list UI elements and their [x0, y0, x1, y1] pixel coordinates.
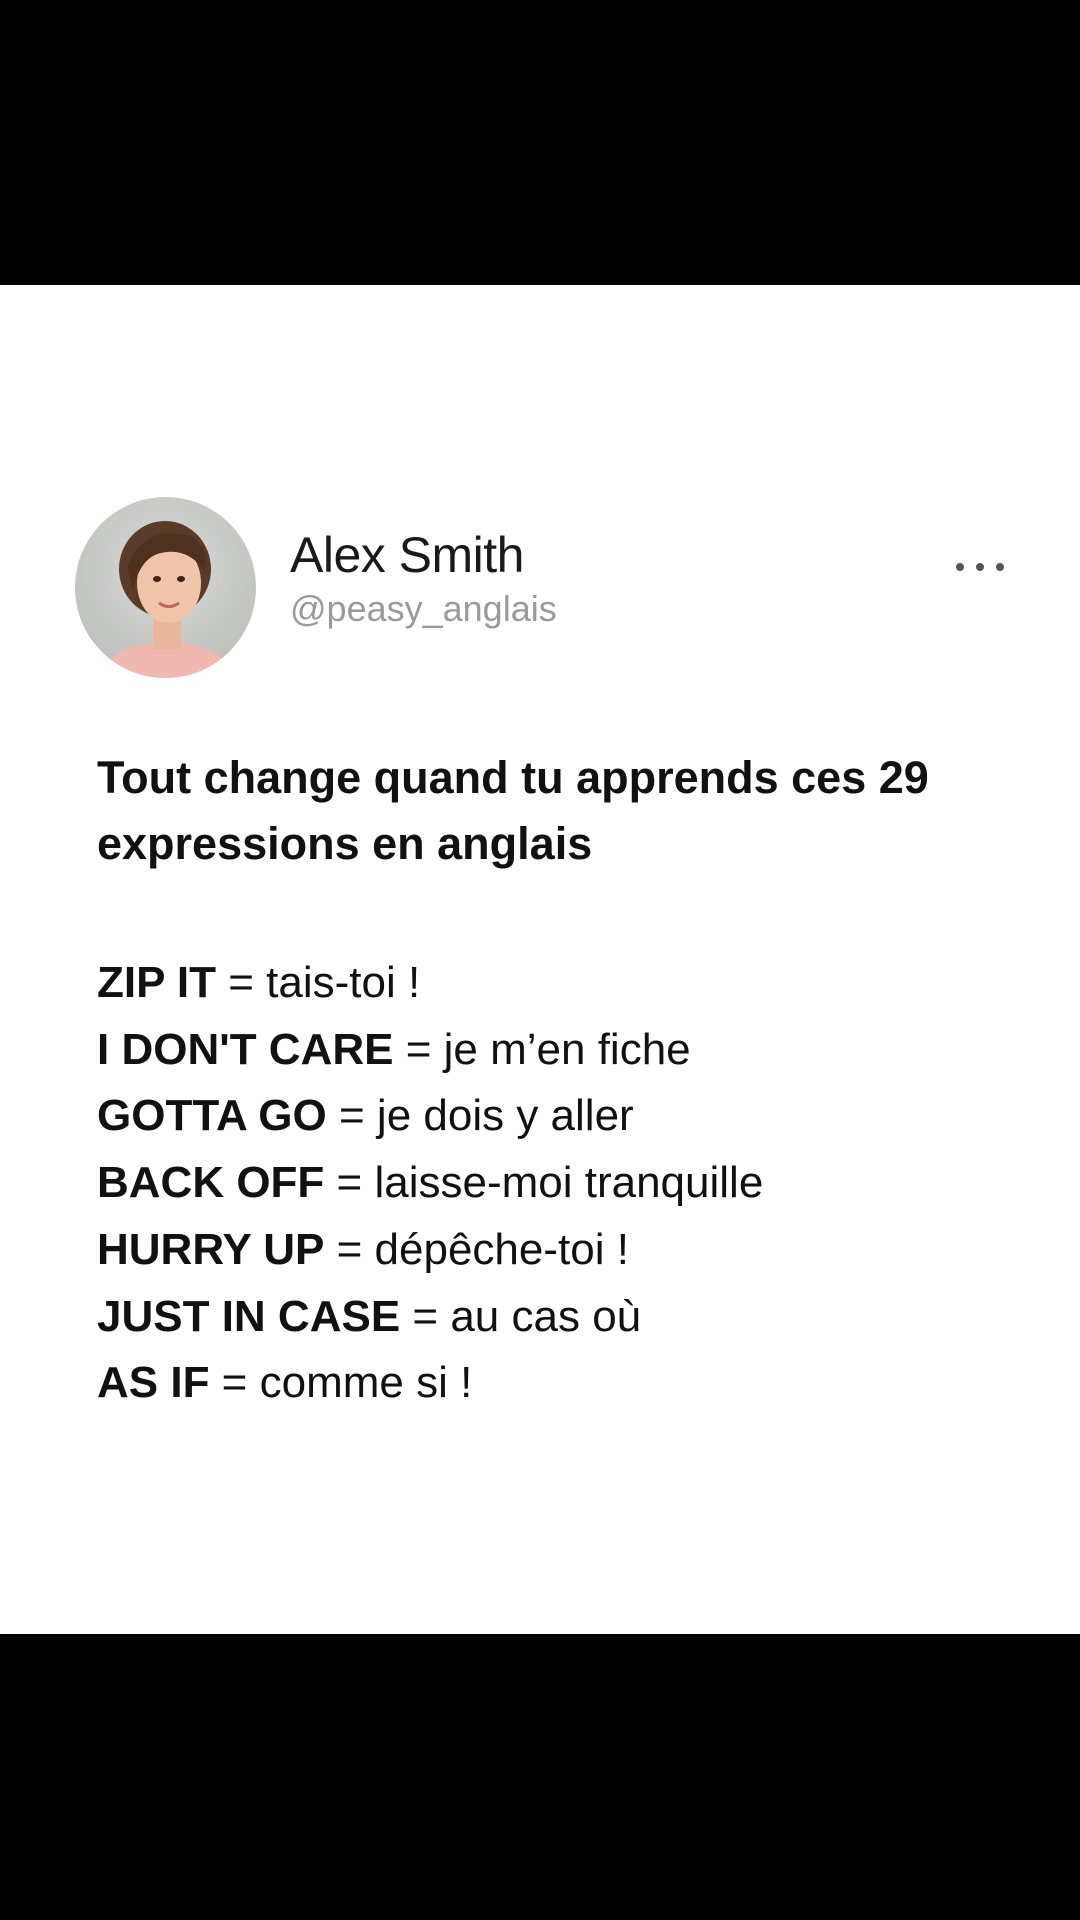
avatar[interactable]	[75, 497, 256, 678]
expression-item: AS IF = comme si !	[97, 1350, 1037, 1417]
post-headline: Tout change quand tu apprends ces 29 exp…	[97, 752, 929, 869]
expression-item: JUST IN CASE = au cas où	[97, 1284, 1037, 1351]
expression-term: AS IF	[97, 1358, 210, 1408]
more-options-icon[interactable]	[956, 559, 1004, 575]
dot	[956, 563, 964, 571]
expression-separator: =	[324, 1224, 375, 1274]
expression-meaning: tais-toi !	[266, 958, 421, 1007]
expression-meaning: dépêche-toi !	[374, 1224, 629, 1274]
expression-meaning: laisse-moi tranquille	[374, 1158, 764, 1208]
expression-list: ZIP IT = tais-toi ! I DON'T CARE = je m’…	[97, 950, 1037, 1417]
expression-separator: =	[324, 1158, 375, 1208]
expression-meaning: je m’en fiche	[443, 1024, 691, 1074]
expression-separator: =	[393, 1024, 444, 1074]
expression-separator: =	[209, 1358, 260, 1408]
author-name[interactable]: Alex Smith	[290, 530, 524, 580]
expression-meaning: je dois y aller	[376, 1091, 634, 1141]
expression-term: GOTTA GO	[97, 1091, 327, 1141]
expression-item: GOTTA GO = je dois y aller	[97, 1083, 1037, 1150]
expression-term: HURRY UP	[97, 1224, 325, 1274]
expression-item: ZIP IT = tais-toi !	[97, 950, 1037, 1017]
expression-item: I DON'T CARE = je m’en fiche	[97, 1017, 1037, 1084]
expression-meaning: au cas où	[450, 1291, 642, 1341]
expression-separator: =	[400, 1291, 451, 1341]
expression-separator: =	[326, 1091, 377, 1141]
dot	[976, 563, 984, 571]
expression-item: HURRY UP = dépêche-toi !	[97, 1217, 1037, 1284]
author-handle[interactable]: @peasy_anglais	[290, 591, 557, 627]
expression-term: BACK OFF	[97, 1158, 325, 1208]
expression-meaning: comme si !	[259, 1358, 473, 1408]
expression-term: I DON'T CARE	[97, 1024, 394, 1074]
expression-separator: =	[215, 958, 267, 1007]
profile-photo-icon	[75, 497, 256, 678]
video-frame: Alex Smith @peasy_anglais Tout change qu…	[0, 0, 1080, 1920]
tweet-card: Alex Smith @peasy_anglais Tout change qu…	[0, 285, 1080, 1634]
dot	[996, 563, 1004, 571]
expression-term: JUST IN CASE	[97, 1291, 401, 1341]
expression-item: BACK OFF = laisse-moi tranquille	[97, 1150, 1037, 1217]
expression-term: ZIP IT	[97, 958, 216, 1007]
